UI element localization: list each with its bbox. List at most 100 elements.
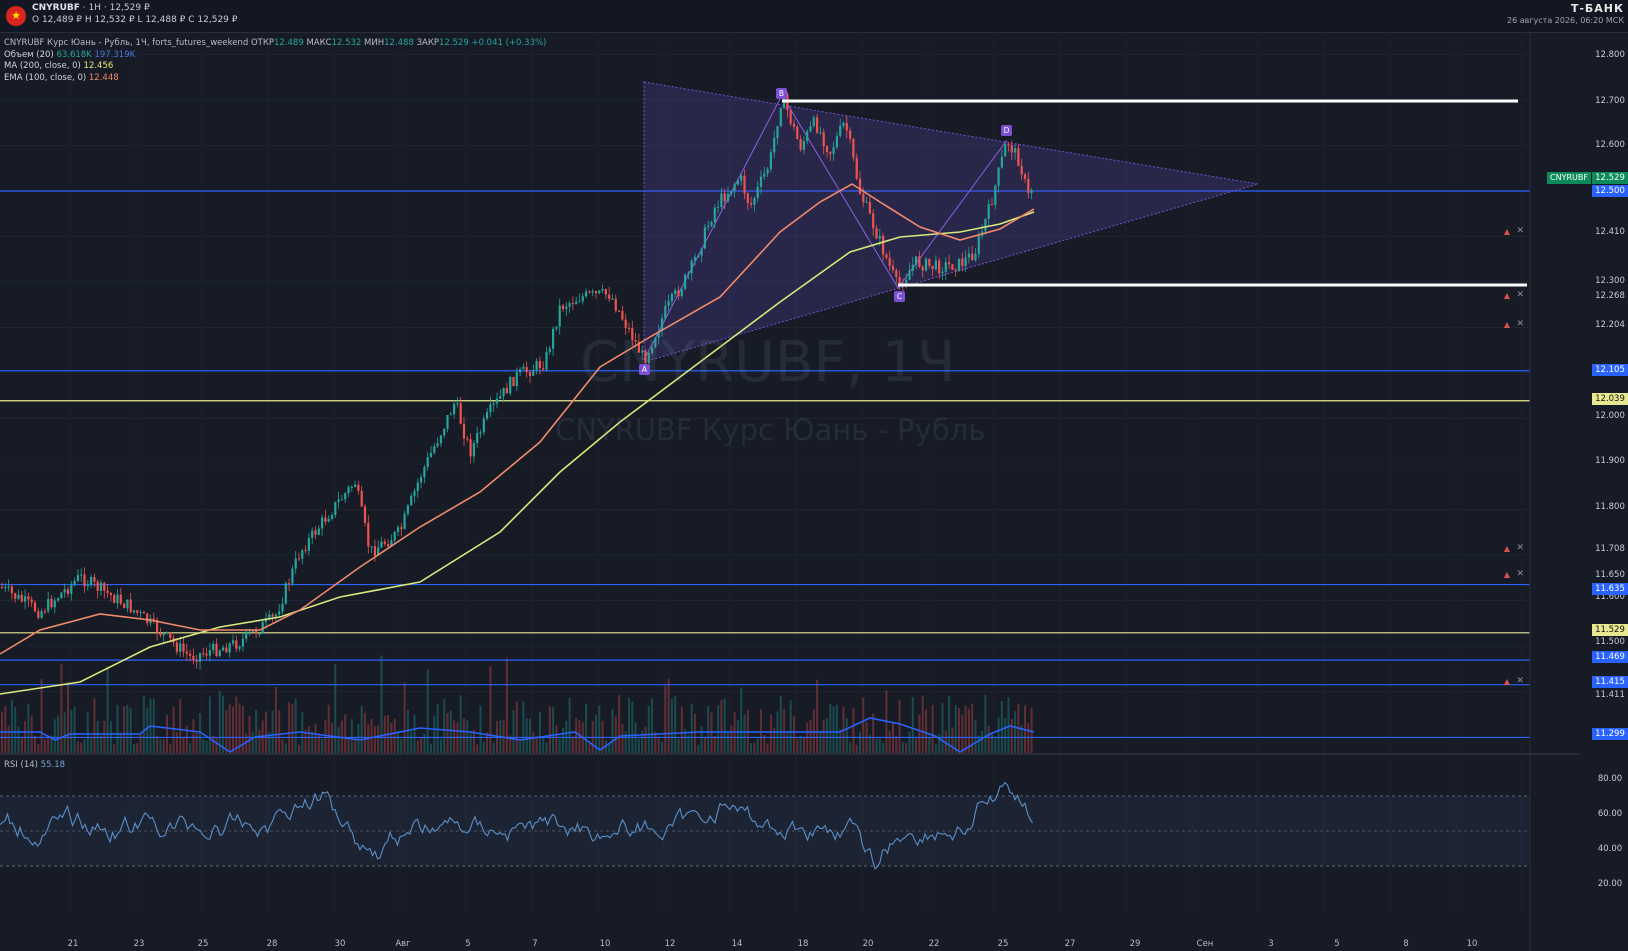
price-tick: 12.800 xyxy=(1595,50,1625,60)
volume-bar xyxy=(1030,707,1033,753)
volume-bar xyxy=(192,719,195,753)
volume-bar xyxy=(459,695,462,753)
volume-bar xyxy=(354,738,357,753)
bell-icon[interactable]: ▲ xyxy=(1504,544,1510,553)
bell-icon[interactable]: ▲ xyxy=(1504,320,1510,329)
volume-bar xyxy=(859,731,861,753)
candle-body xyxy=(370,546,373,548)
candle-body xyxy=(7,586,10,588)
level-tag[interactable]: 11.650 xyxy=(1592,569,1628,581)
candle-body xyxy=(974,253,977,261)
volume-bar xyxy=(641,730,644,753)
volume-bar xyxy=(281,739,284,753)
volume-bar xyxy=(67,681,69,753)
pattern-point-b[interactable]: B xyxy=(776,88,787,99)
candle-body xyxy=(773,138,776,153)
level-tag[interactable]: 11.635 xyxy=(1592,583,1628,595)
level-tag[interactable]: 12.204 xyxy=(1592,319,1628,331)
pattern-point-c[interactable]: C xyxy=(894,291,905,302)
volume-bar xyxy=(793,716,795,753)
volume-bar xyxy=(958,707,960,753)
candle-body xyxy=(799,139,802,150)
candle-body xyxy=(680,288,683,297)
candle-body xyxy=(159,632,162,636)
volume-bar xyxy=(175,732,178,753)
level-tag[interactable]: 12.105 xyxy=(1592,364,1628,376)
level-tag[interactable]: 12.268 xyxy=(1592,290,1628,302)
volume-bar xyxy=(139,733,142,753)
candle-body xyxy=(367,522,370,547)
volume-bar xyxy=(466,720,469,753)
level-tag[interactable]: 12.039 xyxy=(1592,393,1628,405)
volume-bar xyxy=(311,731,314,753)
triangle-pattern[interactable] xyxy=(643,81,1259,363)
volume-bar xyxy=(324,719,327,753)
bell-icon[interactable]: ▲ xyxy=(1504,570,1510,579)
level-tag[interactable]: 11.415 xyxy=(1592,676,1628,688)
candle-body xyxy=(961,258,964,266)
volume-bar xyxy=(235,696,238,753)
candle-body xyxy=(522,367,525,370)
volume-bar xyxy=(786,730,789,753)
volume-bar xyxy=(189,743,192,753)
level-tag[interactable]: 12.500 xyxy=(1592,185,1628,197)
price-tick: 11.800 xyxy=(1595,502,1625,512)
ema-legend[interactable]: EMA (100, close, 0) 12.448 xyxy=(4,73,546,85)
level-tag[interactable]: 11.299 xyxy=(1592,728,1628,740)
symbol-header[interactable]: CNYRUBF · 1Н · 12,529 ₽ xyxy=(32,3,150,13)
bell-icon[interactable]: ▲ xyxy=(1504,677,1510,686)
candle-body xyxy=(456,403,459,405)
close-icon[interactable]: ✕ xyxy=(1516,319,1524,329)
close-icon[interactable]: ✕ xyxy=(1516,290,1524,300)
candle-body xyxy=(400,527,403,529)
pattern-point-a[interactable]: A xyxy=(639,364,650,375)
pattern-point-d[interactable]: D xyxy=(1001,125,1012,136)
candle-body xyxy=(608,294,611,299)
candle-body xyxy=(476,432,479,443)
volume-bar xyxy=(271,710,274,753)
volume-bar xyxy=(83,739,86,753)
price-chart[interactable] xyxy=(0,32,1628,951)
volume-bar xyxy=(222,695,225,753)
candle-body xyxy=(911,264,914,271)
level-tag[interactable]: 11.529 xyxy=(1592,624,1628,636)
volume-bar xyxy=(294,698,297,753)
volume-bar xyxy=(453,720,456,753)
candle-body xyxy=(189,653,192,656)
bell-icon[interactable]: ▲ xyxy=(1504,227,1510,236)
close-icon[interactable]: ✕ xyxy=(1516,226,1524,236)
close-icon[interactable]: ✕ xyxy=(1516,543,1524,553)
candle-body xyxy=(347,487,350,494)
level-tag[interactable]: 11.708 xyxy=(1592,543,1628,555)
candle-body xyxy=(0,587,4,589)
volume-bar xyxy=(882,742,885,753)
candle-body xyxy=(726,193,730,202)
time-tick: 27 xyxy=(1064,939,1076,949)
candle-body xyxy=(825,146,829,152)
volume-legend[interactable]: Объем (20) 63.618K 197.319K xyxy=(4,50,546,62)
close-icon[interactable]: ✕ xyxy=(1516,676,1524,686)
candle-body xyxy=(222,647,225,651)
candle-body xyxy=(109,592,112,596)
volume-bar xyxy=(228,704,231,753)
time-tick: 12 xyxy=(664,939,676,949)
volume-bar xyxy=(720,699,723,753)
ma-legend[interactable]: MA (200, close, 0) 12.456 xyxy=(4,61,546,73)
candle-body xyxy=(957,258,961,271)
main-series-legend[interactable]: CNYRUBF Курс Юань - Рубль, 1Ч, forts_fut… xyxy=(4,38,546,50)
interval[interactable]: 1Н xyxy=(89,3,102,13)
candle-body xyxy=(119,594,122,604)
candle-body xyxy=(380,541,383,548)
bell-icon[interactable]: ▲ xyxy=(1504,291,1510,300)
candle-body xyxy=(33,602,37,612)
candle-body xyxy=(208,650,211,656)
candle-body xyxy=(697,255,700,257)
volume-bar xyxy=(100,735,102,753)
level-tag[interactable]: 11.469 xyxy=(1592,651,1628,663)
rsi-legend[interactable]: RSI (14) 55.18 xyxy=(4,760,65,770)
candle-body xyxy=(525,367,528,373)
price-tick: 12.000 xyxy=(1595,411,1625,421)
level-tag[interactable]: 12.410 xyxy=(1592,226,1628,238)
candle-body xyxy=(215,643,218,656)
close-icon[interactable]: ✕ xyxy=(1516,569,1524,579)
